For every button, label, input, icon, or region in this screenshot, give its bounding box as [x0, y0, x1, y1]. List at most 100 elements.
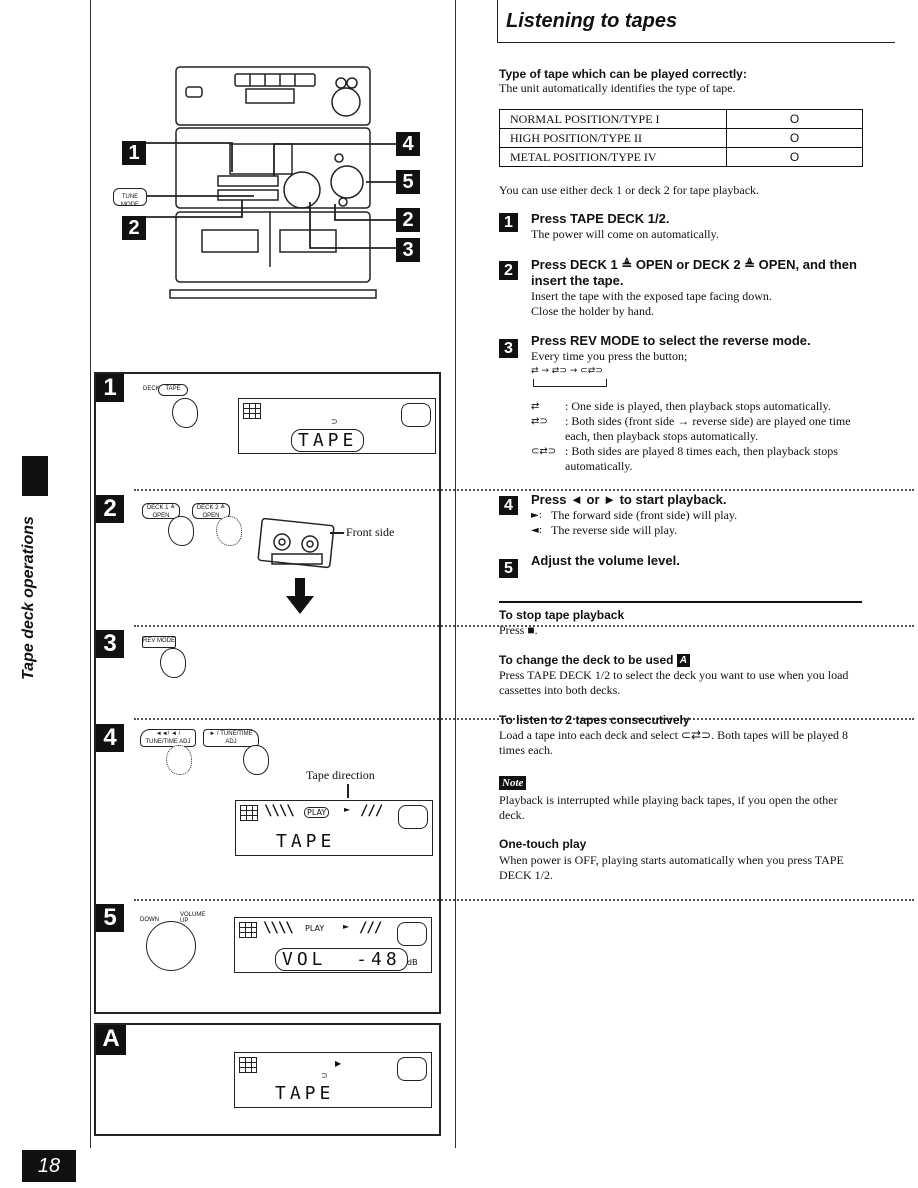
section-divider [499, 601, 862, 603]
play-option-symbol: ◄: [531, 525, 543, 536]
tape-type-cell: NORMAL POSITION/TYPE I [499, 109, 727, 129]
tip-heading: To listen to 2 tapes consecutively [499, 713, 690, 727]
step-body: The power will come on automatically. [531, 227, 719, 241]
lcd-volume-text: VOL -48 [275, 948, 408, 971]
play-indicator-icon: PLAY [304, 807, 330, 818]
deck-note: You can use either deck 1 or deck 2 for … [499, 183, 760, 197]
section-tab-marker [22, 456, 48, 496]
deck-select-icon: ▶ [335, 1059, 342, 1068]
step-body: Every time you press the button; [531, 349, 688, 363]
page-title: Listening to tapes [506, 10, 678, 32]
tape-type-cell: METAL POSITION/TYPE IV [499, 147, 727, 167]
pressing-hand-icon [172, 398, 198, 428]
note-body: Playback is interrupted while playing ba… [499, 793, 838, 822]
instruction-step-2: 2 Press DECK 1 ≜ OPEN or DECK 2 ≜ OPEN, … [499, 257, 864, 319]
tape-type-cell: HIGH POSITION/TYPE II [499, 128, 727, 148]
rewind-play-button: ◄◄/ ◄ / TUNE/TIME ADJ [140, 729, 196, 747]
tape-direction-icon: ► [344, 805, 351, 814]
section-tab-label: Tape deck operations [20, 516, 37, 680]
step-heading: Press DECK 1 ≜ OPEN or DECK 2 ≜ OPEN, an… [531, 257, 857, 288]
mode-description: : Both sides are played 8 times each, th… [565, 444, 838, 473]
display-step-1: ⊃ TAPE [238, 398, 436, 454]
mode-symbol: ⇄ [531, 401, 540, 412]
tape-direction-leader [347, 784, 349, 798]
deck-indicator-icon [397, 1057, 427, 1081]
mode-symbol: ⊂⇄⊃ [531, 446, 557, 457]
cassette-icon [257, 518, 335, 569]
mode-description: : One side is played, then playback stop… [565, 399, 831, 413]
mode-row: ⇄ : One side is played, then playback st… [531, 399, 864, 414]
supported-cell: O [726, 109, 863, 129]
level-meter-right: /// [360, 803, 383, 819]
lcd-grid-icon [239, 1057, 257, 1073]
step-heading: Press ◄ or ► to start playback. [531, 492, 727, 507]
forward-play-button: ► / TUNE/TIME ADJ [203, 729, 259, 747]
step-number: 3 [499, 339, 518, 358]
optional-hand-icon [216, 516, 242, 546]
step-heading: Press REV MODE to select the reverse mod… [531, 333, 811, 348]
tape-types-intro: The unit automatically identifies the ty… [499, 81, 736, 95]
volume-down-label: DOWN [140, 917, 159, 923]
table-row: METAL POSITION/TYPE IV O [499, 147, 863, 167]
tape-types-table: NORMAL POSITION/TYPE I O HIGH POSITION/T… [499, 109, 863, 167]
mode-description: : Both sides (front side → reverse side)… [565, 414, 851, 443]
tape-direction-label: Tape direction [306, 768, 375, 782]
reverse-mode-icon: ⊃ [321, 1071, 328, 1080]
step-body: Insert the tape with the exposed tape fa… [531, 289, 772, 303]
tip-heading: To stop tape playback [499, 608, 625, 622]
tip-body: Load a tape into each deck and select ⊂⇄… [499, 728, 849, 757]
tape-deck-button: TAPE [158, 384, 188, 396]
pressing-hand-icon [168, 516, 194, 546]
page-number: 18 [22, 1150, 76, 1182]
play-indicator-icon: PLAY [305, 924, 325, 933]
display-step-5: \\\\ PLAY ► /// VOL -48 dB [234, 917, 432, 973]
play-option-row: ◄: The reverse side will play. [531, 523, 864, 538]
instruction-step-3: 3 Press REV MODE to select the reverse m… [499, 333, 864, 474]
step-body: Close the holder by hand. [531, 304, 654, 318]
supported-cell: O [726, 147, 863, 167]
stereo-front-illustration [140, 66, 410, 299]
tape-direction-icon: ► [343, 922, 350, 931]
callout-5: 5 [396, 170, 420, 194]
play-option-row: ►: The forward side (front side) will pl… [531, 508, 864, 523]
one-touch-heading: One-touch play [499, 837, 587, 851]
column-divider [455, 0, 456, 1148]
lcd-db-unit: dB [407, 958, 418, 967]
instruction-step-4: 4 Press ◄ or ► to start playback. ►: The… [499, 492, 864, 538]
panel-step-2: 2 [96, 495, 124, 523]
tip-heading: To change the deck to be used A [499, 653, 863, 668]
instruction-step-1: 1 Press TAPE DECK 1/2. The power will co… [499, 211, 864, 242]
lcd-text: TAPE [291, 429, 365, 452]
step-number: 1 [499, 213, 518, 232]
step-number: 2 [499, 261, 518, 280]
lcd-grid-icon [239, 922, 257, 938]
dotted-separator [134, 489, 914, 491]
optional-hand-icon [166, 745, 192, 775]
step-heading: Press TAPE DECK 1/2. [531, 211, 670, 226]
dotted-separator [134, 899, 914, 901]
callout-3: 3 [396, 238, 420, 262]
callout-2-right: 2 [396, 208, 420, 232]
volume-up-label: VOLUME UP [180, 912, 206, 924]
mode-symbol: ⇄⊃ [531, 416, 548, 427]
panel-step-1: 1 [96, 374, 124, 402]
one-touch-body: When power is OFF, playing starts automa… [499, 853, 844, 882]
rev-mode-button: REV MODE [142, 636, 176, 648]
table-row: HIGH POSITION/TYPE II O [499, 128, 863, 148]
tip-body: Press TAPE DECK 1/2 to select the deck y… [499, 668, 849, 697]
panel-step-a: A [96, 1025, 126, 1055]
pressing-hand-icon [160, 648, 186, 678]
panel-step-5: 5 [96, 904, 124, 932]
tune-mode-button: TUNE MODE [113, 188, 147, 208]
supported-cell: O [726, 128, 863, 148]
lcd-text: TAPE [275, 1083, 335, 1104]
step-number: 5 [499, 559, 518, 578]
play-option-description: The forward side (front side) will play. [551, 508, 738, 522]
reverse-mode-icon: ⊃ [331, 417, 338, 426]
table-row: NORMAL POSITION/TYPE I O [499, 109, 863, 129]
tip-body: Press ■. [499, 623, 538, 637]
reverse-mode-sequence: ⇄ → ⇄⊃ → ⊂⇄⊃ [531, 366, 603, 376]
step-number: 4 [499, 496, 518, 515]
instruction-step-5: 5 Adjust the volume level. [499, 553, 864, 578]
display-step-4: \\\\ PLAY ► /// TAPE [235, 800, 433, 856]
